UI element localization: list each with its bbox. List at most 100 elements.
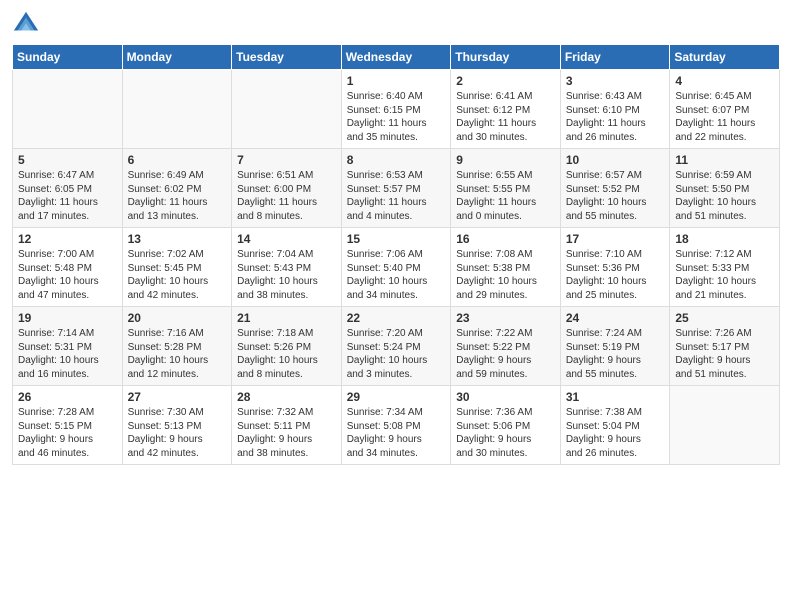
calendar-cell: 24Sunrise: 7:24 AM Sunset: 5:19 PM Dayli… bbox=[560, 307, 670, 386]
day-number: 6 bbox=[128, 153, 227, 167]
calendar-cell: 7 Sunrise: 6:51 AM Sunset: 6:00 PM Daylig… bbox=[232, 149, 342, 228]
logo-icon bbox=[12, 10, 40, 38]
calendar-cell: 22Sunrise: 7:20 AM Sunset: 5:24 PM Dayli… bbox=[341, 307, 451, 386]
calendar-cell: 16 Sunrise: 7:08 AM Sunset: 5:38 PM Dayli… bbox=[451, 228, 561, 307]
day-header-sunday: Sunday bbox=[13, 45, 123, 70]
day-info: Sunrise: 7:28 AM Sunset: 5:15 PM Dayligh… bbox=[18, 406, 117, 460]
calendar-cell: 15 Sunrise: 7:06 AM Sunset: 5:40 PM Dayli… bbox=[341, 228, 451, 307]
day-info: Sunrise: 6:53 AM Sunset: 5:57 PM Dayligh… bbox=[347, 169, 446, 223]
calendar-cell: 19Sunrise: 7:14 AM Sunset: 5:31 PM Dayli… bbox=[13, 307, 123, 386]
calendar-cell bbox=[232, 70, 342, 149]
day-number: 23 bbox=[456, 311, 555, 325]
calendar-cell: 4 Sunrise: 6:45 AM Sunset: 6:07 PM Daylig… bbox=[670, 70, 780, 149]
day-number: 5 bbox=[18, 153, 117, 167]
day-number: 29 bbox=[347, 390, 446, 404]
calendar-cell bbox=[122, 70, 232, 149]
day-number: 1 bbox=[347, 74, 446, 88]
calendar-cell: 28Sunrise: 7:32 AM Sunset: 5:11 PM Dayli… bbox=[232, 386, 342, 465]
day-number: 9 bbox=[456, 153, 555, 167]
calendar-week-3: 12Sunrise: 7:00 AM Sunset: 5:48 PM Dayli… bbox=[13, 228, 780, 307]
calendar-cell: 8 Sunrise: 6:53 AM Sunset: 5:57 PM Daylig… bbox=[341, 149, 451, 228]
day-number: 4 bbox=[675, 74, 774, 88]
calendar-cell: 10 Sunrise: 6:57 AM Sunset: 5:52 PM Dayli… bbox=[560, 149, 670, 228]
day-info: Sunrise: 6:55 AM Sunset: 5:55 PM Dayligh… bbox=[456, 169, 555, 223]
day-header-monday: Monday bbox=[122, 45, 232, 70]
calendar-cell bbox=[670, 386, 780, 465]
day-info: Sunrise: 7:18 AM Sunset: 5:26 PM Dayligh… bbox=[237, 327, 336, 381]
day-info: Sunrise: 7:00 AM Sunset: 5:48 PM Dayligh… bbox=[18, 248, 117, 302]
day-info: Sunrise: 6:51 AM Sunset: 6:00 PM Dayligh… bbox=[237, 169, 336, 223]
day-number: 20 bbox=[128, 311, 227, 325]
day-header-wednesday: Wednesday bbox=[341, 45, 451, 70]
day-info: Sunrise: 6:49 AM Sunset: 6:02 PM Dayligh… bbox=[128, 169, 227, 223]
day-number: 19 bbox=[18, 311, 117, 325]
day-info: Sunrise: 7:22 AM Sunset: 5:22 PM Dayligh… bbox=[456, 327, 555, 381]
calendar-cell: 30Sunrise: 7:36 AM Sunset: 5:06 PM Dayli… bbox=[451, 386, 561, 465]
calendar-cell: 23 Sunrise: 7:22 AM Sunset: 5:22 PM Dayli… bbox=[451, 307, 561, 386]
day-number: 11 bbox=[675, 153, 774, 167]
day-info: Sunrise: 6:43 AM Sunset: 6:10 PM Dayligh… bbox=[566, 90, 665, 144]
day-info: Sunrise: 6:59 AM Sunset: 5:50 PM Dayligh… bbox=[675, 169, 774, 223]
calendar-cell: 31 Sunrise: 7:38 AM Sunset: 5:04 PM Dayli… bbox=[560, 386, 670, 465]
day-number: 16 bbox=[456, 232, 555, 246]
day-header-saturday: Saturday bbox=[670, 45, 780, 70]
day-info: Sunrise: 7:26 AM Sunset: 5:17 PM Dayligh… bbox=[675, 327, 774, 381]
day-info: Sunrise: 7:24 AM Sunset: 5:19 PM Dayligh… bbox=[566, 327, 665, 381]
calendar-cell: 20Sunrise: 7:16 AM Sunset: 5:28 PM Dayli… bbox=[122, 307, 232, 386]
day-info: Sunrise: 6:40 AM Sunset: 6:15 PM Dayligh… bbox=[347, 90, 446, 144]
day-number: 17 bbox=[566, 232, 665, 246]
calendar-cell: 3 Sunrise: 6:43 AM Sunset: 6:10 PM Daylig… bbox=[560, 70, 670, 149]
calendar-cell: 5Sunrise: 6:47 AM Sunset: 6:05 PM Daylig… bbox=[13, 149, 123, 228]
calendar-cell: 21 Sunrise: 7:18 AM Sunset: 5:26 PM Dayli… bbox=[232, 307, 342, 386]
day-number: 21 bbox=[237, 311, 336, 325]
calendar-cell: 2 Sunrise: 6:41 AM Sunset: 6:12 PM Daylig… bbox=[451, 70, 561, 149]
page-container: SundayMondayTuesdayWednesdayThursdayFrid… bbox=[0, 0, 792, 473]
calendar-cell: 12Sunrise: 7:00 AM Sunset: 5:48 PM Dayli… bbox=[13, 228, 123, 307]
day-number: 28 bbox=[237, 390, 336, 404]
day-header-thursday: Thursday bbox=[451, 45, 561, 70]
day-number: 8 bbox=[347, 153, 446, 167]
day-number: 14 bbox=[237, 232, 336, 246]
calendar-week-5: 26 Sunrise: 7:28 AM Sunset: 5:15 PM Dayli… bbox=[13, 386, 780, 465]
calendar-cell: 29 Sunrise: 7:34 AM Sunset: 5:08 PM Dayli… bbox=[341, 386, 451, 465]
calendar-week-4: 19Sunrise: 7:14 AM Sunset: 5:31 PM Dayli… bbox=[13, 307, 780, 386]
day-number: 18 bbox=[675, 232, 774, 246]
calendar-cell bbox=[13, 70, 123, 149]
day-info: Sunrise: 7:30 AM Sunset: 5:13 PM Dayligh… bbox=[128, 406, 227, 460]
day-header-friday: Friday bbox=[560, 45, 670, 70]
calendar-cell: 25Sunrise: 7:26 AM Sunset: 5:17 PM Dayli… bbox=[670, 307, 780, 386]
calendar-week-1: 1 Sunrise: 6:40 AM Sunset: 6:15 PM Daylig… bbox=[13, 70, 780, 149]
day-info: Sunrise: 7:08 AM Sunset: 5:38 PM Dayligh… bbox=[456, 248, 555, 302]
calendar-cell: 17Sunrise: 7:10 AM Sunset: 5:36 PM Dayli… bbox=[560, 228, 670, 307]
day-info: Sunrise: 7:04 AM Sunset: 5:43 PM Dayligh… bbox=[237, 248, 336, 302]
day-info: Sunrise: 7:06 AM Sunset: 5:40 PM Dayligh… bbox=[347, 248, 446, 302]
calendar-cell: 27Sunrise: 7:30 AM Sunset: 5:13 PM Dayli… bbox=[122, 386, 232, 465]
day-number: 13 bbox=[128, 232, 227, 246]
header bbox=[12, 10, 780, 38]
day-number: 2 bbox=[456, 74, 555, 88]
calendar-cell: 6 Sunrise: 6:49 AM Sunset: 6:02 PM Daylig… bbox=[122, 149, 232, 228]
logo bbox=[12, 10, 42, 38]
day-number: 7 bbox=[237, 153, 336, 167]
day-info: Sunrise: 7:02 AM Sunset: 5:45 PM Dayligh… bbox=[128, 248, 227, 302]
day-number: 15 bbox=[347, 232, 446, 246]
day-number: 26 bbox=[18, 390, 117, 404]
day-number: 10 bbox=[566, 153, 665, 167]
calendar-cell: 13 Sunrise: 7:02 AM Sunset: 5:45 PM Dayli… bbox=[122, 228, 232, 307]
day-number: 31 bbox=[566, 390, 665, 404]
calendar-week-2: 5Sunrise: 6:47 AM Sunset: 6:05 PM Daylig… bbox=[13, 149, 780, 228]
day-info: Sunrise: 7:34 AM Sunset: 5:08 PM Dayligh… bbox=[347, 406, 446, 460]
day-info: Sunrise: 7:38 AM Sunset: 5:04 PM Dayligh… bbox=[566, 406, 665, 460]
day-info: Sunrise: 6:45 AM Sunset: 6:07 PM Dayligh… bbox=[675, 90, 774, 144]
calendar-cell: 26 Sunrise: 7:28 AM Sunset: 5:15 PM Dayli… bbox=[13, 386, 123, 465]
calendar-cell: 14 Sunrise: 7:04 AM Sunset: 5:43 PM Dayli… bbox=[232, 228, 342, 307]
day-info: Sunrise: 6:41 AM Sunset: 6:12 PM Dayligh… bbox=[456, 90, 555, 144]
day-number: 3 bbox=[566, 74, 665, 88]
day-header-tuesday: Tuesday bbox=[232, 45, 342, 70]
calendar-cell: 18Sunrise: 7:12 AM Sunset: 5:33 PM Dayli… bbox=[670, 228, 780, 307]
calendar-cell: 11 Sunrise: 6:59 AM Sunset: 5:50 PM Dayli… bbox=[670, 149, 780, 228]
calendar-cell: 1 Sunrise: 6:40 AM Sunset: 6:15 PM Daylig… bbox=[341, 70, 451, 149]
day-number: 30 bbox=[456, 390, 555, 404]
day-info: Sunrise: 7:20 AM Sunset: 5:24 PM Dayligh… bbox=[347, 327, 446, 381]
day-info: Sunrise: 6:57 AM Sunset: 5:52 PM Dayligh… bbox=[566, 169, 665, 223]
